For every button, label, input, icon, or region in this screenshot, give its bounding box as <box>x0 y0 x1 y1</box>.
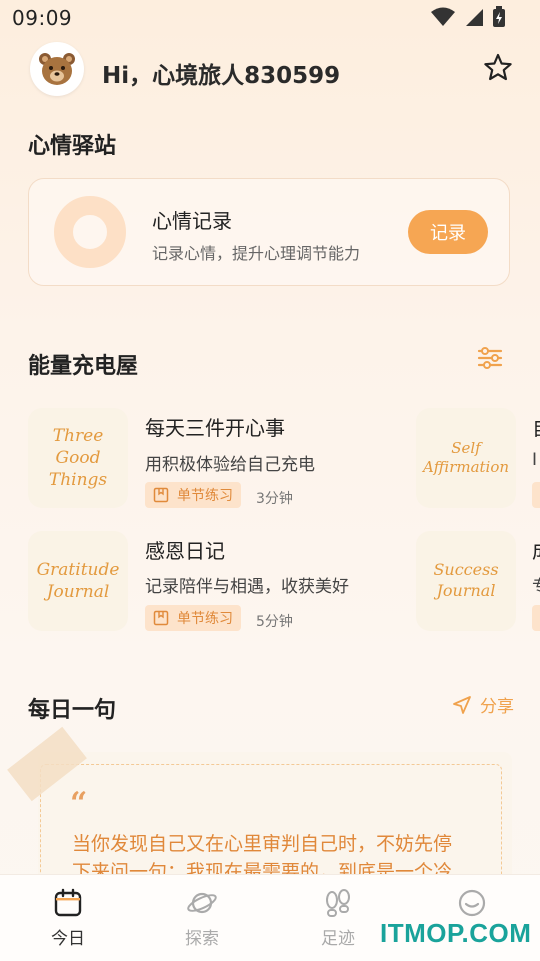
nav-label: 足迹 <box>321 929 355 949</box>
gratitude-journal-thumbnail[interactable]: Gratitude Journal <box>28 531 128 631</box>
calendar-icon <box>54 888 82 917</box>
thumb-text: Journal <box>46 582 110 602</box>
nav-footprint[interactable]: 足迹 <box>298 888 378 949</box>
mood-station-title: 心情驿站 <box>28 134 117 159</box>
thumb-text: Affirmation <box>422 458 510 476</box>
duration-text: 5分钟 <box>256 614 293 630</box>
nav-today[interactable]: 今日 <box>28 888 108 949</box>
quote-line: 当你发现自己又在心里审判自己时，不妨先停 <box>72 833 453 855</box>
share-label: 分享 <box>480 697 514 717</box>
bear-avatar-icon <box>39 53 75 85</box>
three-good-things-thumbnail[interactable]: Three Good Things <box>28 408 128 508</box>
item-title-partial[interactable]: 自 <box>532 412 540 441</box>
practice-tag-partial <box>532 482 540 508</box>
item-desc-partial: I <box>532 450 538 470</box>
thumb-text: Success <box>433 560 499 580</box>
smile-icon <box>458 889 486 917</box>
thumb-text: Gratitude <box>36 559 120 580</box>
nav-label: 探索 <box>185 929 219 949</box>
wifi-icon <box>431 7 455 26</box>
success-journal-thumbnail[interactable]: Success Journal <box>416 531 516 631</box>
status-time: 09:09 <box>12 6 73 30</box>
mood-card-title: 心情记录 <box>152 209 232 233</box>
avatar[interactable] <box>30 42 84 96</box>
record-button[interactable]: 记录 <box>408 210 488 254</box>
item-desc-partial: 专 <box>532 572 540 597</box>
filter-settings-icon[interactable] <box>476 344 504 372</box>
thumb-text: Journal <box>436 581 496 600</box>
nav-explore[interactable]: 探索 <box>162 888 242 949</box>
star-icon[interactable] <box>482 52 514 84</box>
bookmark-note-icon <box>153 610 169 626</box>
status-icons <box>430 6 506 28</box>
planet-icon <box>187 892 217 914</box>
quote-mark-icon: “ <box>70 786 88 821</box>
item-title[interactable]: 感恩日记 <box>145 535 225 564</box>
thumb-text: Good <box>55 447 101 468</box>
footprint-icon <box>326 889 350 917</box>
watermark-logo: ITMOP.COM <box>380 918 532 948</box>
nav-label: 今日 <box>51 929 85 949</box>
thumb-text: Self <box>451 438 481 457</box>
mood-ring-icon <box>54 196 126 268</box>
item-title[interactable]: 每天三件开心事 <box>145 412 285 441</box>
practice-tag: 单节练习 <box>145 605 241 631</box>
battery-icon <box>493 6 505 27</box>
tag-label: 单节练习 <box>177 611 233 627</box>
bookmark-note-icon <box>153 487 169 503</box>
daily-quote-title: 每日一句 <box>28 698 117 723</box>
thumb-text: Things <box>48 470 108 491</box>
thumb-text: Three <box>52 425 104 446</box>
signal-icon <box>466 9 483 26</box>
item-desc: 用积极体验给自己充电 <box>145 455 315 475</box>
item-title-partial[interactable]: 成 <box>532 535 540 564</box>
practice-tag-partial <box>532 605 540 631</box>
energy-room-title: 能量充电屋 <box>28 354 139 379</box>
item-desc: 记录陪伴与相遇，收获美好 <box>145 577 349 597</box>
share-button[interactable]: 分享 <box>452 692 514 717</box>
send-icon <box>453 695 471 714</box>
greeting-text: Hi，心境旅人830599 <box>102 63 341 89</box>
mood-card-desc: 记录心情，提升心理调节能力 <box>152 244 361 263</box>
duration-text: 3分钟 <box>256 491 293 507</box>
tag-label: 单节练习 <box>177 488 233 504</box>
practice-tag: 单节练习 <box>145 482 241 508</box>
self-affirmation-thumbnail[interactable]: Self Affirmation <box>416 408 516 508</box>
